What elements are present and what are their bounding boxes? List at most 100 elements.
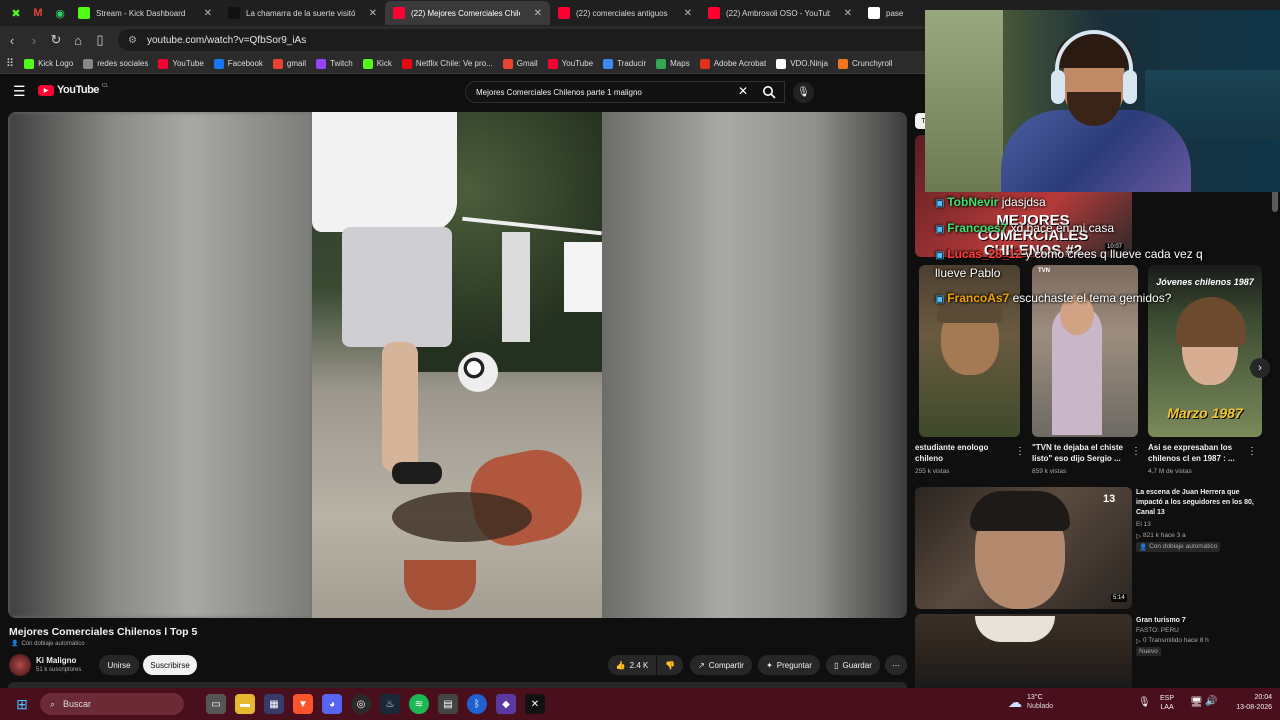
forward-icon[interactable]: ›	[24, 30, 44, 50]
bookmark-item[interactable]: Kick Logo	[24, 58, 73, 69]
url-field[interactable]: ⚙ youtube.com/watch?v=QfbSor9_iAs	[118, 29, 978, 51]
youtube-header: ☰ ▶ YouTube CL Mejores Comerciales Chile…	[0, 74, 925, 110]
chat-username: Lucas_28_12	[947, 247, 1022, 261]
like-button[interactable]: 👍 2.4 K	[608, 655, 656, 675]
tab-groups-icon[interactable]: ✖	[6, 3, 26, 23]
channel-name[interactable]: Ki Maligno	[36, 656, 76, 665]
bookmark-item[interactable]: Gmail	[502, 58, 538, 69]
related-video-3-thumbnail[interactable]	[915, 614, 1132, 688]
subscribe-button[interactable]: Suscribirse	[143, 655, 197, 675]
related-video-3-channel[interactable]: FASTO: PERU	[1136, 627, 1179, 634]
bookmark-item[interactable]: Twitch	[316, 58, 353, 69]
brave-browser-icon[interactable]: ▼	[293, 694, 313, 714]
close-tab-icon[interactable]: ✕	[204, 8, 212, 19]
store-icon[interactable]: ▦	[264, 694, 284, 714]
obs-icon[interactable]: ◎	[351, 694, 371, 714]
reload-icon[interactable]: ↻	[46, 30, 66, 50]
channel-avatar[interactable]	[9, 654, 31, 676]
bookmark-item[interactable]: YouTube	[547, 58, 593, 69]
windows-start-icon[interactable]: ⊞	[12, 694, 32, 714]
browser-tab[interactable]: Stream - Kick Dashboard ✕	[70, 1, 220, 25]
close-tab-icon[interactable]: ✕	[844, 8, 852, 19]
share-label: Compartir	[708, 660, 744, 670]
task-view-icon[interactable]: ▭	[206, 694, 226, 714]
bookmark-item[interactable]: redes sociales	[83, 58, 148, 69]
bookmark-item[interactable]: Adobe Acrobat	[699, 58, 766, 69]
weather-widget[interactable]: ☁ 13°C Nublado	[1008, 693, 1053, 711]
related-video-3-title[interactable]: Gran turismo 7	[1136, 615, 1264, 626]
home-icon[interactable]: ⌂	[68, 30, 88, 50]
bookmark-item[interactable]: Netflix Chile: Ve pro...	[401, 58, 493, 69]
video-player[interactable]	[8, 112, 907, 618]
sandal	[392, 462, 442, 484]
join-button[interactable]: Unirse	[99, 655, 139, 675]
taskbar-apps: ▭ ▬ ▦ ▼ ◕ ◎ ♨ ≋ ▤ ᛒ ◆ ✕	[206, 694, 545, 714]
gmail-pinned-icon[interactable]: M	[28, 3, 48, 23]
close-tab-icon[interactable]: ✕	[369, 8, 377, 19]
browser-tab[interactable]: La chamarra de la suerte visitó a Do ✕	[220, 1, 385, 25]
bookmark-item[interactable]: Facebook	[213, 58, 263, 69]
language-indicator[interactable]: ESP LAA	[1160, 694, 1174, 712]
clock[interactable]: 20:04 13-08-2026	[1224, 693, 1272, 713]
discord-icon[interactable]: ◕	[322, 694, 342, 714]
language-code: ESP	[1160, 695, 1175, 702]
short-2-menu-icon[interactable]: ⋮	[1131, 446, 1141, 457]
browser-tab[interactable]: (22) comerciales antiguos chilenos - ✕	[550, 1, 700, 25]
taskbar-search-placeholder: Buscar	[63, 699, 92, 709]
bookmark-item[interactable]: Crunchyroll	[837, 58, 892, 69]
related-video-2-thumbnail[interactable]: 13 5:14	[915, 487, 1132, 609]
site-info-icon[interactable]: ⚙	[128, 35, 137, 46]
volume-icon[interactable]: 🔊	[1205, 696, 1217, 707]
browser-tab[interactable]: (22) Mejores Comerciales Chilen ✕	[385, 1, 550, 25]
channel-13-badge: 13	[1103, 493, 1116, 505]
bookmark-item[interactable]: YouTube	[158, 58, 204, 69]
steam-icon[interactable]: ♨	[380, 694, 400, 714]
browser-tab[interactable]: pase	[860, 1, 920, 25]
save-button[interactable]: ▯ Guardar	[826, 655, 880, 675]
close-tab-icon[interactable]: ✕	[684, 8, 692, 19]
more-actions-button[interactable]: ⋯	[885, 655, 907, 675]
close-tab-icon[interactable]: ✕	[534, 8, 542, 19]
short-2-title[interactable]: "TVN te dejaba el chiste listo" eso dijo…	[1032, 442, 1127, 464]
bookmark-item[interactable]: Traducir	[603, 58, 646, 69]
bookmark-item[interactable]: Maps	[656, 58, 690, 69]
short-3-title[interactable]: Asi se expresaban los chilenos cl en 198…	[1148, 442, 1243, 464]
network-icon[interactable]: 🖥	[1190, 697, 1203, 708]
youtube-wordmark: YouTube	[57, 84, 99, 96]
capcut-icon[interactable]: ✕	[525, 694, 545, 714]
taskbar-search[interactable]: ⌕ Buscar	[40, 693, 184, 715]
weather-temp: 13°C	[1027, 694, 1043, 701]
clear-search-icon[interactable]: ✕	[738, 84, 748, 98]
apps-grid-icon[interactable]: ⠿	[6, 57, 14, 70]
youtube-logo[interactable]: ▶ YouTube CL	[38, 83, 108, 96]
bookmark-icon[interactable]: ▯	[90, 30, 110, 50]
spotify-icon[interactable]: ≋	[409, 694, 429, 714]
file-explorer-icon[interactable]: ▬	[235, 694, 255, 714]
search-input[interactable]: Mejores Comerciales Chilenos parte 1 mal…	[465, 81, 785, 103]
bookmark-item[interactable]: Kick	[362, 58, 392, 69]
short-3-menu-icon[interactable]: ⋮	[1247, 446, 1257, 457]
short-1-menu-icon[interactable]: ⋮	[1015, 446, 1025, 457]
blurred-background-left	[8, 112, 312, 618]
ask-button[interactable]: ✦ Preguntar	[758, 655, 820, 675]
clock-date: 13-08-2026	[1236, 704, 1272, 711]
dislike-button[interactable]: 👎	[657, 655, 683, 675]
whatsapp-pinned-icon[interactable]: ◉	[50, 3, 70, 23]
bluetooth-icon[interactable]: ᛒ	[467, 694, 487, 714]
bookmark-label: YouTube	[172, 59, 204, 68]
share-button[interactable]: ↗ Compartir	[690, 655, 752, 675]
menu-icon[interactable]: ☰	[13, 83, 26, 100]
search-button[interactable]	[756, 82, 782, 102]
microphone-tray-icon[interactable]: 🎙	[1138, 697, 1151, 708]
shorts-next-button[interactable]: ›	[1250, 358, 1270, 378]
browser-tab[interactable]: (22) Ambrosoli OSO - YouTube ✕	[700, 1, 860, 25]
vpn-icon[interactable]: ◆	[496, 694, 516, 714]
related-video-2-title[interactable]: La escena de Juan Herrera que impactó a …	[1136, 488, 1264, 518]
related-video-2-channel[interactable]: El 13	[1136, 521, 1151, 528]
bookmark-item[interactable]: gmail	[272, 58, 306, 69]
short-1-title[interactable]: estudiante enologo chileno	[915, 442, 1005, 464]
back-icon[interactable]: ‹	[2, 30, 22, 50]
calculator-icon[interactable]: ▤	[438, 694, 458, 714]
voice-search-button[interactable]: 🎙	[793, 82, 814, 103]
bookmark-item[interactable]: VDO.Ninja	[776, 58, 828, 69]
